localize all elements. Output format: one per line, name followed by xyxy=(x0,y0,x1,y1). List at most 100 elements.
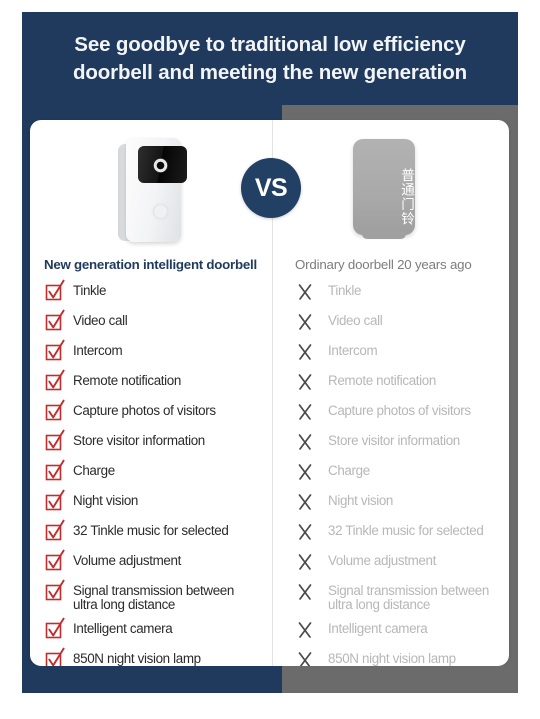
feature-label: Tinkle xyxy=(73,283,107,298)
ordinary-doorbell-image: 普通门铃 xyxy=(353,139,415,243)
feature-label: Video call xyxy=(328,313,383,328)
feature-label: Store visitor information xyxy=(73,433,205,448)
gray-cross-icon xyxy=(298,652,312,666)
red-checkbox-icon xyxy=(45,429,65,451)
feature-cross-icon xyxy=(295,616,317,644)
feature-label: Volume adjustment xyxy=(328,553,436,568)
feature-cross-icon xyxy=(295,458,317,486)
red-checkbox-icon xyxy=(45,339,65,361)
red-checkbox-icon xyxy=(45,549,65,571)
column-new-doorbell: New generation intelligent doorbell Tink… xyxy=(30,120,272,666)
feature-label: Night vision xyxy=(328,493,394,508)
feature-cross-icon xyxy=(295,368,317,396)
feature-check-icon xyxy=(44,548,66,576)
feature-row-ordinary: 850N night vision lamp xyxy=(295,646,509,666)
feature-row-new: Capture photos of visitors xyxy=(44,398,272,428)
feature-label: Signal transmission between ultra long d… xyxy=(328,583,489,613)
ordinary-doorbell-hero: 普通门铃 xyxy=(295,134,509,252)
feature-cross-icon xyxy=(295,428,317,456)
feature-cross-icon xyxy=(295,338,317,366)
feature-label: Tinkle xyxy=(328,283,362,298)
gray-cross-icon xyxy=(298,524,312,540)
feature-row-new: Night vision xyxy=(44,488,272,518)
feature-row-new: Video call xyxy=(44,308,272,338)
feature-row-ordinary: Signal transmission between ultra long d… xyxy=(295,578,509,616)
feature-check-icon xyxy=(44,368,66,396)
red-checkbox-icon xyxy=(45,399,65,421)
left-footer-strip xyxy=(22,666,282,693)
feature-label: Volume adjustment xyxy=(73,553,181,568)
ordinary-doorbell-label: 普通门铃 xyxy=(398,168,414,226)
feature-row-ordinary: Night vision xyxy=(295,488,509,518)
feature-label: 32 Tinkle music for selected xyxy=(73,523,229,538)
column-ordinary-doorbell: 普通门铃 Ordinary doorbell 20 years ago Tink… xyxy=(273,120,509,666)
feature-check-icon xyxy=(44,578,66,606)
feature-check-icon xyxy=(44,458,66,486)
red-checkbox-icon xyxy=(45,579,65,601)
gray-cross-icon xyxy=(298,314,312,330)
feature-row-new: Volume adjustment xyxy=(44,548,272,578)
new-doorbell-heading: New generation intelligent doorbell xyxy=(44,257,257,272)
red-checkbox-icon xyxy=(45,309,65,331)
ordinary-doorbell-heading: Ordinary doorbell 20 years ago xyxy=(295,257,472,272)
feature-check-icon xyxy=(44,488,66,516)
feature-row-ordinary: 32 Tinkle music for selected xyxy=(295,518,509,548)
feature-check-icon xyxy=(44,398,66,426)
feature-cross-icon xyxy=(295,488,317,516)
comparison-poster: See goodbye to traditional low efficienc… xyxy=(0,0,540,719)
feature-label: 850N night vision lamp xyxy=(73,651,201,666)
feature-label: Remote notification xyxy=(73,373,181,388)
gray-cross-icon xyxy=(298,404,312,420)
feature-label: Intercom xyxy=(73,343,123,358)
feature-row-ordinary: Tinkle xyxy=(295,278,509,308)
doorbell-body xyxy=(126,138,187,242)
feature-label: Night vision xyxy=(73,493,139,508)
red-checkbox-icon xyxy=(45,519,65,541)
feature-check-icon xyxy=(44,616,66,644)
red-checkbox-icon xyxy=(45,369,65,391)
feature-label: Remote notification xyxy=(328,373,436,388)
feature-cross-icon xyxy=(295,646,317,666)
gray-cross-icon xyxy=(298,584,312,600)
feature-row-new: Charge xyxy=(44,458,272,488)
feature-row-new: Remote notification xyxy=(44,368,272,398)
feature-label: Charge xyxy=(328,463,370,478)
right-footer-strip xyxy=(282,666,518,693)
camera-lens-icon xyxy=(153,158,168,173)
red-checkbox-icon xyxy=(45,617,65,639)
feature-row-ordinary: Video call xyxy=(295,308,509,338)
new-doorbell-hero xyxy=(44,134,272,252)
gray-cross-icon xyxy=(298,494,312,510)
feature-row-ordinary: Volume adjustment xyxy=(295,548,509,578)
feature-cross-icon xyxy=(295,548,317,576)
gray-cross-icon xyxy=(298,554,312,570)
feature-check-icon xyxy=(44,338,66,366)
feature-label: Capture photos of visitors xyxy=(328,403,471,418)
comparison-card: New generation intelligent doorbell Tink… xyxy=(30,120,509,666)
feature-row-ordinary: Store visitor information xyxy=(295,428,509,458)
feature-label: Video call xyxy=(73,313,128,328)
feature-check-icon xyxy=(44,518,66,546)
feature-label: Intelligent camera xyxy=(73,621,173,636)
feature-check-icon xyxy=(44,428,66,456)
feature-row-new: 32 Tinkle music for selected xyxy=(44,518,272,548)
gray-cross-icon xyxy=(298,622,312,638)
gray-cross-icon xyxy=(298,464,312,480)
feature-label: Store visitor information xyxy=(328,433,460,448)
feature-row-new: Tinkle xyxy=(44,278,272,308)
feature-row-new: Signal transmission between ultra long d… xyxy=(44,578,272,616)
feature-row-ordinary: Intelligent camera xyxy=(295,616,509,646)
vs-badge: VS xyxy=(241,158,301,218)
feature-label: 32 Tinkle music for selected xyxy=(328,523,484,538)
gray-cross-icon xyxy=(298,284,312,300)
feature-cross-icon xyxy=(295,518,317,546)
gray-cross-icon xyxy=(298,434,312,450)
feature-row-ordinary: Intercom xyxy=(295,338,509,368)
red-checkbox-icon xyxy=(45,459,65,481)
gray-cross-icon xyxy=(298,374,312,390)
feature-check-icon xyxy=(44,278,66,306)
red-checkbox-icon xyxy=(45,647,65,666)
feature-check-icon xyxy=(44,646,66,666)
red-checkbox-icon xyxy=(45,279,65,301)
feature-row-ordinary: Charge xyxy=(295,458,509,488)
